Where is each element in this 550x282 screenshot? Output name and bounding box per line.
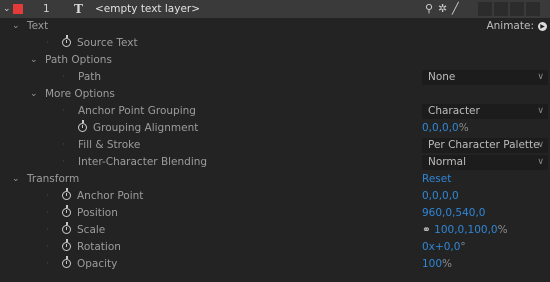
quality-slash-icon[interactable]: ╱ <box>452 0 459 18</box>
scale-value[interactable]: 100,0,100,0 <box>434 224 497 236</box>
anchor-point-grouping-label: Anchor Point Grouping <box>78 105 196 117</box>
frame-blend-switch[interactable] <box>494 2 508 16</box>
path-label: Path <box>78 71 102 83</box>
constrain-proportions-link-icon[interactable]: ⚭ <box>422 224 431 236</box>
bullet-icon: · <box>62 140 65 150</box>
bullet-icon: · <box>46 259 49 269</box>
layer-number: 1 <box>43 3 50 15</box>
shy-icon[interactable]: ⚲ <box>425 0 433 18</box>
percent-unit: % <box>497 224 508 236</box>
stopwatch-icon[interactable] <box>62 188 71 200</box>
percent-unit: % <box>442 258 453 270</box>
layer-name[interactable]: <empty text layer> <box>95 0 200 18</box>
bullet-icon: · <box>46 208 49 218</box>
source-text-label: Source Text <box>77 37 138 49</box>
position-value[interactable]: 960,0,540,0 <box>422 205 485 222</box>
rotation-row[interactable]: · Rotation 0x+0,0° <box>0 239 550 256</box>
path-row[interactable]: · Path None ∨ <box>0 69 550 86</box>
reset-link[interactable]: Reset <box>422 171 451 188</box>
bullet-icon: · <box>46 191 49 201</box>
anchor-point-value[interactable]: 0,0,0,0 <box>422 188 459 205</box>
path-options-label: Path Options <box>45 54 112 66</box>
rotation-value-group: 0x+0,0° <box>422 239 466 256</box>
chevron-down-icon: ∨ <box>537 140 544 150</box>
effects-switch[interactable] <box>478 2 492 16</box>
path-options-row[interactable]: ⌄ Path Options <box>0 52 550 69</box>
stopwatch-icon[interactable] <box>62 239 71 251</box>
stopwatch-icon[interactable] <box>62 35 71 47</box>
grouping-alignment-label: Grouping Alignment <box>93 122 199 134</box>
grouping-alignment-row[interactable]: Grouping Alignment 0,0,0,0% <box>0 120 550 137</box>
more-options-twirl-icon[interactable]: ⌄ <box>30 86 38 103</box>
layer-twirl-icon[interactable]: ⌄ <box>3 0 11 18</box>
bullet-icon: · <box>46 242 49 252</box>
stopwatch-icon[interactable] <box>62 256 71 268</box>
transform-twirl-icon[interactable]: ⌄ <box>12 171 20 188</box>
stopwatch-icon[interactable] <box>62 222 71 234</box>
adjustment-layer-switch[interactable] <box>526 2 540 16</box>
stopwatch-icon[interactable] <box>78 120 87 132</box>
animate-label[interactable]: Animate: <box>486 18 534 35</box>
anchor-point-grouping-dropdown[interactable]: Character ∨ <box>422 104 548 119</box>
chevron-down-icon: ∨ <box>537 157 544 167</box>
bullet-icon: · <box>62 72 65 82</box>
rotation-label: Rotation <box>77 241 121 253</box>
inter-character-blending-row[interactable]: · Inter-Character Blending Normal ∨ <box>0 154 550 171</box>
more-options-row[interactable]: ⌄ More Options <box>0 86 550 103</box>
percent-unit: % <box>458 122 469 134</box>
rotation-value[interactable]: 0x+0,0 <box>422 241 460 253</box>
layer-row[interactable]: ⌄ 1 T <empty text layer> ⚲ ✲ ╱ <box>0 0 550 18</box>
position-row[interactable]: · Position 960,0,540,0 <box>0 205 550 222</box>
grouping-alignment-value[interactable]: 0,0,0,0 <box>422 122 459 134</box>
grouping-alignment-value-group: 0,0,0,0% <box>422 120 469 137</box>
inter-character-blending-dropdown[interactable]: Normal ∨ <box>422 155 548 170</box>
label-color-swatch[interactable] <box>13 4 23 14</box>
text-group-label: Text <box>27 20 49 32</box>
fill-stroke-label: Fill & Stroke <box>78 139 141 151</box>
fill-stroke-value: Per Character Palette <box>428 139 540 151</box>
degree-unit: ° <box>460 241 466 253</box>
path-dropdown[interactable]: None ∨ <box>422 70 548 85</box>
timeline-layer-panel: ⌄ 1 T <empty text layer> ⚲ ✲ ╱ ⌄ Text An… <box>0 0 550 282</box>
opacity-value[interactable]: 100 <box>422 258 442 270</box>
bullet-icon: · <box>46 225 49 235</box>
scale-label: Scale <box>77 224 106 236</box>
anchor-point-label: Anchor Point <box>77 190 144 202</box>
text-group-row[interactable]: ⌄ Text Animate: ▶ <box>0 18 550 35</box>
transform-label: Transform <box>27 173 80 185</box>
scale-row[interactable]: · Scale ⚭ 100,0,100,0% <box>0 222 550 239</box>
play-circle-icon[interactable]: ▶ <box>538 22 547 31</box>
path-dropdown-value: None <box>428 71 456 83</box>
anchor-point-row[interactable]: · Anchor Point 0,0,0,0 <box>0 188 550 205</box>
anchor-point-grouping-value: Character <box>428 105 480 117</box>
opacity-value-group: 100% <box>422 256 452 273</box>
path-options-twirl-icon[interactable]: ⌄ <box>30 52 38 69</box>
chevron-down-icon: ∨ <box>537 106 544 116</box>
chevron-down-icon: ∨ <box>537 72 544 82</box>
scale-value-group: ⚭ 100,0,100,0% <box>422 222 508 239</box>
position-label: Position <box>77 207 118 219</box>
bullet-icon: · <box>62 106 65 116</box>
bullet-icon: · <box>62 157 65 167</box>
text-twirl-icon[interactable]: ⌄ <box>12 18 20 35</box>
more-options-label: More Options <box>45 88 115 100</box>
inter-character-blending-value: Normal <box>428 156 466 168</box>
opacity-label: Opacity <box>77 258 118 270</box>
fill-stroke-dropdown[interactable]: Per Character Palette ∨ <box>422 138 548 153</box>
collapse-transform-icon[interactable]: ✲ <box>438 0 447 18</box>
transform-group-row[interactable]: ⌄ Transform Reset <box>0 171 550 188</box>
fill-stroke-row[interactable]: · Fill & Stroke Per Character Palette ∨ <box>0 137 550 154</box>
inter-character-blending-label: Inter-Character Blending <box>78 156 208 168</box>
anchor-point-grouping-row[interactable]: · Anchor Point Grouping Character ∨ <box>0 103 550 120</box>
text-layer-icon: T <box>74 2 83 16</box>
opacity-row[interactable]: · Opacity 100% <box>0 256 550 273</box>
bullet-icon: · <box>46 38 49 48</box>
source-text-row[interactable]: · Source Text <box>0 35 550 52</box>
motion-blur-switch[interactable] <box>510 2 524 16</box>
stopwatch-icon[interactable] <box>62 205 71 217</box>
